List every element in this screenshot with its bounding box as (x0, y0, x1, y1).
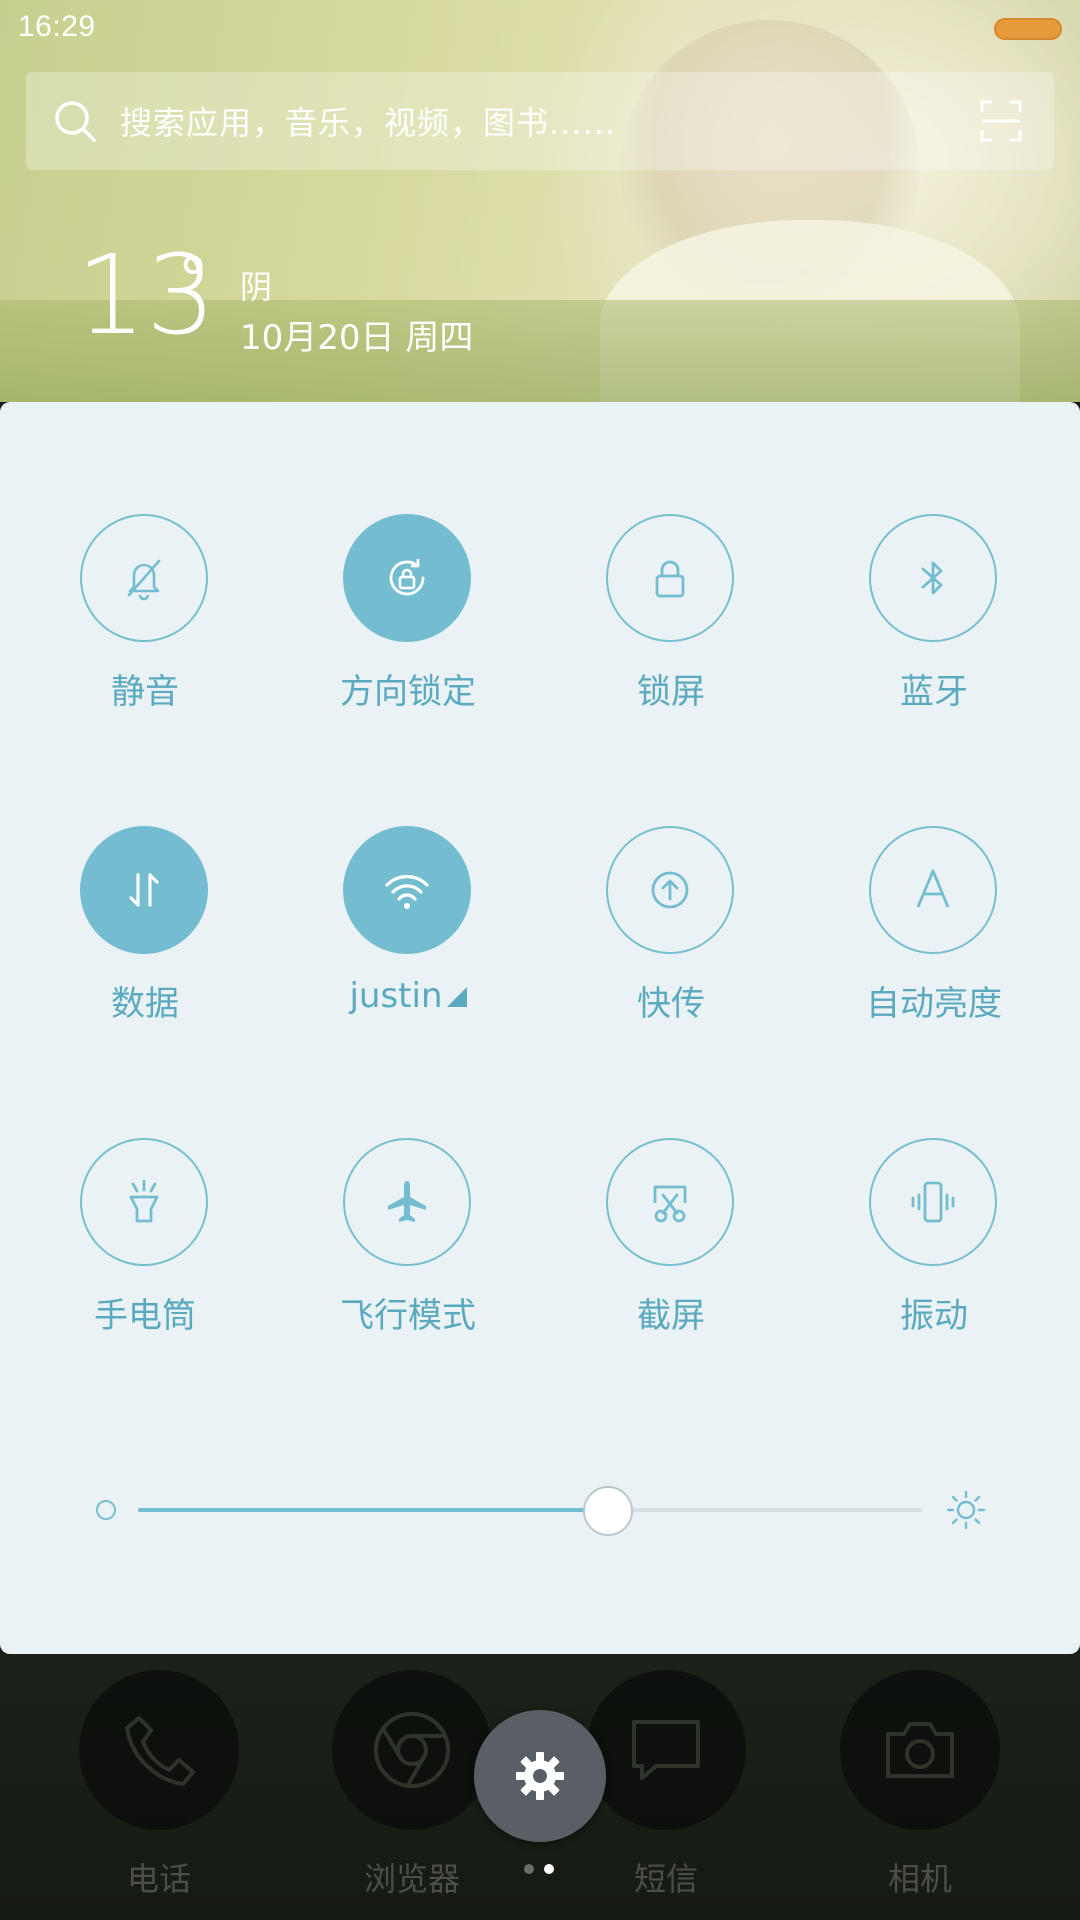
toggle-silent[interactable]: 静音 (55, 514, 235, 734)
wifi-network-name: justin (349, 976, 443, 1016)
settings-button[interactable] (474, 1710, 606, 1842)
toggle-bluetooth-label: 蓝牙 (900, 672, 968, 712)
bell-off-icon (127, 559, 161, 601)
vibrate-icon (911, 1181, 955, 1223)
wifi-icon (385, 875, 429, 909)
dock-app-phone-icon-bg (79, 1670, 239, 1830)
lock-icon (655, 560, 685, 598)
screenshot-icon (653, 1185, 687, 1223)
dock-app-messages[interactable]: 短信 (586, 1670, 746, 1900)
dock-app-phone[interactable]: 电话 (79, 1670, 239, 1900)
scan-icon[interactable] (980, 100, 1022, 142)
brightness-slider-track[interactable] (138, 1508, 922, 1512)
toggle-vibrate[interactable]: 振动 (844, 1138, 1024, 1358)
phone-icon (125, 1716, 195, 1786)
toggle-silent-label: 静音 (111, 672, 179, 712)
toggle-auto-brightness-label: 自动亮度 (866, 984, 1002, 1024)
toggle-airplane-mode[interactable]: 飞行模式 (318, 1138, 498, 1358)
weather-condition: 阴 (240, 268, 273, 306)
camera-icon (886, 1722, 954, 1778)
toggle-vibrate-label: 振动 (900, 1296, 968, 1336)
wallpaper-header: 16:29 搜索应用，音乐，视频，图书...... 13 ° 阴 10月20日 … (0, 0, 1080, 402)
bluetooth-icon (921, 561, 943, 595)
weather-degree-symbol: ° (178, 245, 208, 315)
toggle-flashlight[interactable]: 手电筒 (55, 1138, 235, 1358)
toggle-bluetooth-button[interactable] (869, 514, 997, 642)
brightness-high-icon (946, 1490, 986, 1530)
toggle-auto-brightness-button[interactable] (869, 826, 997, 954)
dock-app-browser-icon-bg (332, 1670, 492, 1830)
toggle-wifi[interactable]: justin (318, 826, 498, 1046)
dock-app-browser-label: 浏览器 (363, 1860, 460, 1898)
flashlight-icon (129, 1179, 159, 1223)
status-bar-time: 16:29 (18, 10, 96, 43)
dock-app-browser[interactable]: 浏览器 (332, 1670, 492, 1900)
toggle-flashlight-label: 手电筒 (94, 1296, 196, 1336)
toggle-rotation-lock-label: 方向锁定 (340, 672, 476, 712)
toggle-airplane-mode-button[interactable] (343, 1138, 471, 1266)
toggle-screenshot-label: 截屏 (637, 1296, 705, 1336)
toggle-quick-share-button[interactable] (606, 826, 734, 954)
search-placeholder: 搜索应用，音乐，视频，图书...... (120, 104, 617, 142)
dock-app-camera-icon-bg (840, 1670, 1000, 1830)
gear-icon (516, 1752, 564, 1800)
toggle-quick-share[interactable]: 快传 (581, 826, 761, 1046)
toggle-rotation-lock-button[interactable] (343, 514, 471, 642)
auto-brightness-icon (916, 869, 950, 908)
toggle-lock-screen-label: 锁屏 (637, 672, 705, 712)
dock-app-messages-icon-bg (586, 1670, 746, 1830)
search-bar[interactable]: 搜索应用，音乐，视频，图书...... (26, 72, 1054, 170)
search-icon (55, 101, 96, 142)
rotation-lock-icon (389, 559, 425, 596)
browser-icon (374, 1712, 450, 1788)
toggle-vibrate-button[interactable] (869, 1138, 997, 1266)
message-icon (632, 1720, 700, 1780)
signal-triangle-icon (446, 987, 467, 1007)
toggle-mobile-data-label: 数据 (111, 984, 179, 1024)
toggle-silent-button[interactable] (80, 514, 208, 642)
toggle-screenshot-button[interactable] (606, 1138, 734, 1266)
toggle-quick-share-label: 快传 (637, 984, 705, 1024)
brightness-slider-fill (138, 1508, 609, 1512)
toggle-mobile-data[interactable]: 数据 (55, 826, 235, 1046)
share-upload-icon (651, 871, 689, 909)
toggle-wifi-label: justin (288, 976, 528, 1016)
dock-app-messages-label: 短信 (633, 1860, 698, 1898)
dock-app-phone-label: 电话 (126, 1860, 191, 1898)
battery-icon (994, 18, 1062, 40)
toggle-lock-screen[interactable]: 锁屏 (581, 514, 761, 734)
toggle-auto-brightness[interactable]: 自动亮度 (844, 826, 1024, 1046)
page-dot-1 (524, 1864, 534, 1874)
toggle-wifi-button[interactable] (343, 826, 471, 954)
quick-settings-panel: 静音 方向锁定 锁屏 蓝牙 数据 justin 快传 自动亮度 手电筒 飞行模式… (0, 402, 1080, 1654)
page-indicator (524, 1864, 564, 1874)
toggle-airplane-mode-label: 飞行模式 (340, 1296, 476, 1336)
mobile-data-icon (129, 873, 159, 907)
dock-app-camera-label: 相机 (887, 1860, 952, 1898)
brightness-low-icon (96, 1500, 116, 1520)
toggle-screenshot[interactable]: 截屏 (581, 1138, 761, 1358)
toggle-mobile-data-button[interactable] (80, 826, 208, 954)
airplane-icon (388, 1181, 426, 1222)
toggle-bluetooth[interactable]: 蓝牙 (844, 514, 1024, 734)
toggle-rotation-lock[interactable]: 方向锁定 (318, 514, 498, 734)
toggle-flashlight-button[interactable] (80, 1138, 208, 1266)
page-dot-2 (544, 1864, 554, 1874)
toggle-lock-screen-button[interactable] (606, 514, 734, 642)
dock-app-camera[interactable]: 相机 (840, 1670, 1000, 1900)
weather-date: 10月20日 周四 (240, 318, 474, 358)
